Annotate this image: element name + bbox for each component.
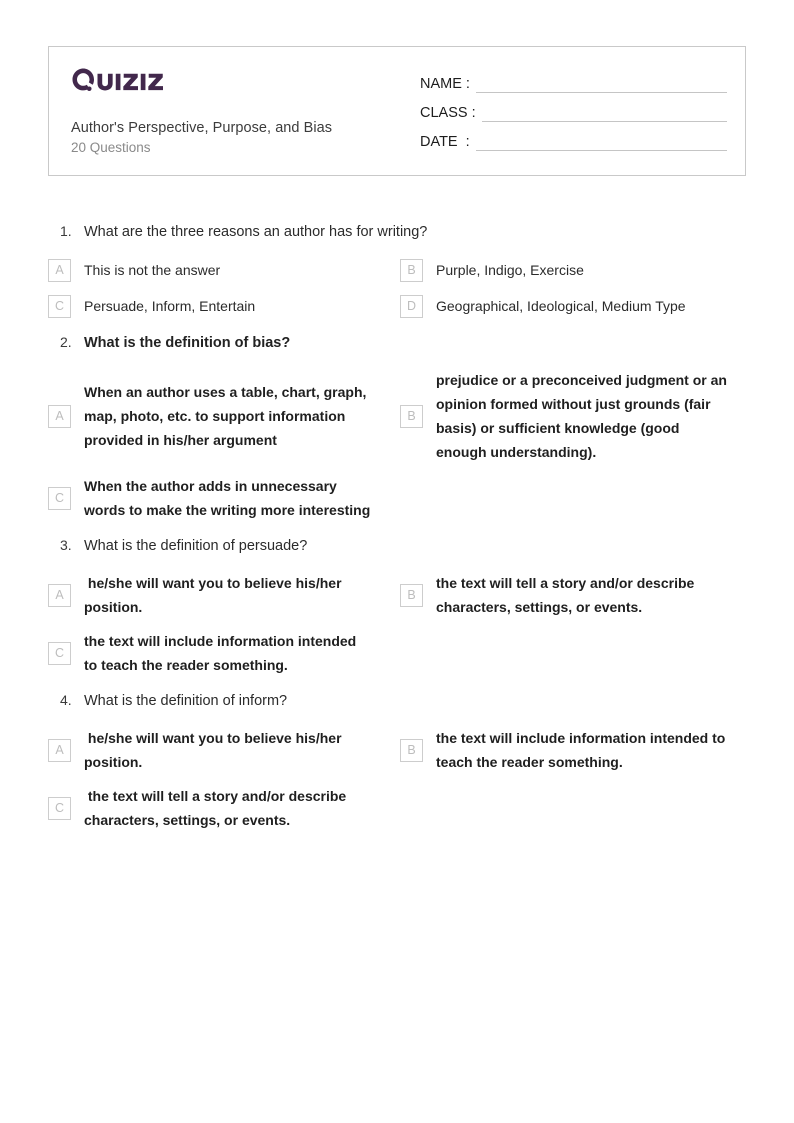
- option-letter-badge[interactable]: C: [48, 486, 71, 510]
- name-input[interactable]: [475, 76, 727, 93]
- answer-options: A This is not the answer B Purple, Indigo, …: [48, 249, 746, 329]
- option-letter-badge[interactable]: A: [48, 738, 71, 762]
- option-letter-badge[interactable]: C: [48, 641, 71, 665]
- question-number: 3.: [60, 537, 72, 553]
- date-field-label: DATE :: [420, 134, 470, 150]
- option-letter-badge[interactable]: C: [48, 294, 71, 318]
- option-letter-badge[interactable]: D: [400, 294, 423, 318]
- questions-list: 1. What are the three reasons an author h…: [48, 176, 746, 842]
- answer-options: A he/she will want you to believe his/he…: [48, 563, 746, 687]
- question-number: 2.: [60, 334, 72, 350]
- option-text: the text will include information intend…: [436, 730, 730, 770]
- answer-option-b[interactable]: Bthe text will tell a story and/or descr…: [397, 571, 746, 629]
- name-field-row: NAME :: [420, 75, 727, 93]
- option-text: When an author uses a table, chart, grap…: [84, 384, 371, 448]
- answer-option-c[interactable]: C When the author adds in unnecessary wor…: [48, 474, 397, 532]
- option-letter-badge[interactable]: B: [400, 404, 423, 428]
- question-block: 3. What is the definition of persuade? A h…: [48, 536, 746, 687]
- question-text: What is the definition of persuade?: [84, 538, 308, 554]
- option-text: Purple, Indigo, Exercise: [436, 262, 584, 278]
- answer-option-c[interactable]: C the text will tell a story and/or desc…: [48, 784, 397, 842]
- option-letter-badge[interactable]: A: [48, 258, 71, 282]
- option-letter-badge[interactable]: B: [400, 738, 423, 762]
- answer-option-a[interactable]: A he/she will want you to believe his/he…: [48, 726, 397, 784]
- option-text: Persuade, Inform, Entertain: [84, 298, 256, 314]
- quiz-info: Author's Perspective, Purpose, and Bias …: [71, 119, 418, 163]
- header-left-column: Author's Perspective, Purpose, and Bias …: [63, 61, 418, 163]
- question-text: What are the three reasons an author has…: [84, 224, 428, 240]
- question-header: 4. What is the definition of inform?: [48, 691, 746, 718]
- option-letter-badge[interactable]: B: [400, 258, 423, 282]
- question-header: 2. What is the definition of bias?: [48, 333, 746, 360]
- option-text: he/she will want you to believe his/her …: [84, 730, 346, 770]
- answer-option-b[interactable]: Bthe text will include information inten…: [397, 726, 746, 784]
- name-field-label: NAME :: [420, 76, 470, 92]
- worksheet-page: Author's Perspective, Purpose, and Bias …: [0, 0, 794, 1123]
- answer-option-d[interactable]: D Geographical, Ideological, Medium Type: [397, 293, 746, 329]
- option-text: he/she will want you to believe his/her …: [84, 575, 346, 615]
- option-letter-badge[interactable]: B: [400, 583, 423, 607]
- question-text: What is the definition of bias?: [84, 335, 291, 351]
- answer-option-a[interactable]: A When an author uses a table, chart, gra…: [48, 368, 397, 474]
- option-letter-badge[interactable]: C: [48, 796, 71, 820]
- question-header: 1. What are the three reasons an author h…: [48, 222, 746, 249]
- option-text: Geographical, Ideological, Medium Type: [436, 298, 686, 314]
- option-text: prejudice or a preconceived judgment or …: [436, 372, 731, 460]
- question-header: 3. What is the definition of persuade?: [48, 536, 746, 563]
- date-input[interactable]: [475, 134, 727, 151]
- answer-option-a[interactable]: A he/she will want you to believe his/he…: [48, 571, 397, 629]
- question-count-label: 20 Questions: [71, 140, 151, 155]
- question-block: 1. What are the three reasons an author h…: [48, 222, 746, 329]
- option-letter-badge[interactable]: A: [48, 404, 71, 428]
- question-number: 1.: [60, 223, 72, 239]
- answer-option-c[interactable]: C Persuade, Inform, Entertain: [48, 293, 397, 329]
- option-text: the text will tell a story and/or descri…: [84, 788, 351, 828]
- option-text: This is not the answer: [84, 262, 221, 278]
- worksheet-header-card: Author's Perspective, Purpose, and Bias …: [48, 46, 746, 176]
- option-text: the text will tell a story and/or descri…: [436, 575, 699, 615]
- page-title: Author's Perspective, Purpose, and Bias: [71, 120, 333, 136]
- student-info-fields: NAME : CLASS : DATE :: [418, 61, 729, 163]
- quizizz-logo: [71, 61, 418, 95]
- option-letter-badge[interactable]: A: [48, 583, 71, 607]
- answer-option-b[interactable]: B Purple, Indigo, Exercise: [397, 257, 746, 293]
- quizizz-logo-icon: [72, 68, 163, 92]
- answer-option-c[interactable]: Cthe text will include information inten…: [48, 629, 397, 687]
- question-number: 4.: [60, 692, 72, 708]
- option-text: the text will include information intend…: [84, 633, 361, 673]
- answer-option-b[interactable]: Bprejudice or a preconceived judgment or…: [397, 368, 746, 474]
- answer-options: A he/she will want you to believe his/he…: [48, 718, 746, 842]
- question-text: What is the definition of inform?: [84, 693, 288, 709]
- question-block: 2. What is the definition of bias? A When a…: [48, 333, 746, 532]
- answer-option-a[interactable]: A This is not the answer: [48, 257, 397, 293]
- class-field-row: CLASS :: [420, 104, 727, 122]
- class-input[interactable]: [481, 105, 727, 122]
- class-field-label: CLASS :: [420, 105, 476, 121]
- question-block: 4. What is the definition of inform? A he/…: [48, 691, 746, 842]
- answer-options: A When an author uses a table, chart, gra…: [48, 360, 746, 532]
- date-field-row: DATE :: [420, 133, 727, 151]
- option-text: When the author adds in unnecessary word…: [84, 478, 371, 518]
